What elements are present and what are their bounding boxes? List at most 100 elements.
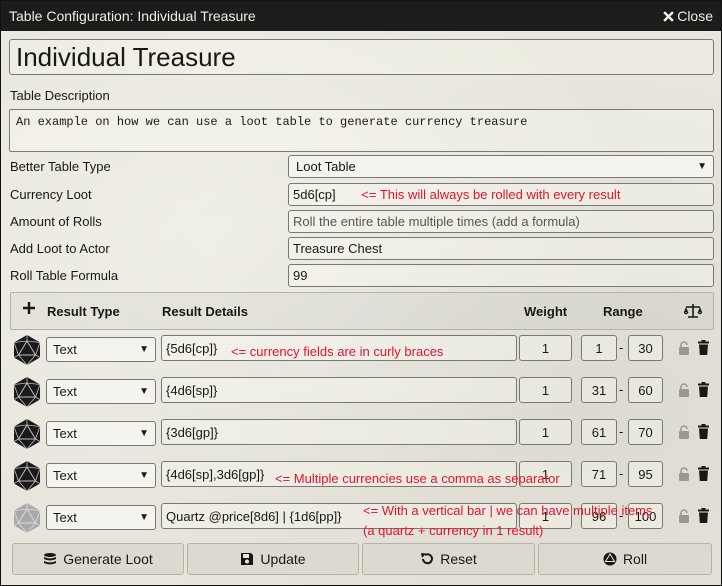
- chevron-down-icon: ▼: [697, 161, 707, 172]
- annotation-note: (a quartz + currency in 1 result): [363, 523, 544, 538]
- d20-icon[interactable]: [12, 460, 42, 492]
- weight-input[interactable]: 1: [519, 377, 572, 403]
- range-separator: -: [619, 340, 624, 355]
- coins-icon: [44, 553, 57, 565]
- roll-table-formula-input[interactable]: 99: [288, 264, 714, 287]
- save-icon: [241, 553, 254, 565]
- add-loot-to-actor-label: Add Loot to Actor: [10, 241, 110, 256]
- range-min-input[interactable]: 71: [581, 461, 617, 487]
- result-type-value: Text: [53, 426, 77, 441]
- currency-loot-value: 5d6[cp]: [293, 187, 336, 202]
- lock-open-icon[interactable]: [678, 509, 690, 523]
- currency-loot-label: Currency Loot: [10, 187, 92, 202]
- table-type-label: Better Table Type: [10, 159, 111, 174]
- table-config-window: Table Configuration: Individual Treasure…: [0, 0, 722, 586]
- currency-loot-input[interactable]: 5d6[cp] <= This will always be rolled wi…: [288, 183, 714, 206]
- col-weight: Weight: [524, 304, 568, 319]
- roll-label: Roll: [622, 551, 648, 567]
- amount-of-rolls-label: Amount of Rolls: [10, 214, 102, 229]
- update-button[interactable]: Update: [187, 543, 359, 575]
- close-label: Close: [677, 8, 713, 24]
- result-type-select[interactable]: Text ▼: [46, 463, 156, 488]
- trash-icon[interactable]: [698, 382, 709, 397]
- result-details-value: Quartz @price[8d6] | {1d6[pp]}: [166, 509, 342, 524]
- table-name-input[interactable]: Individual Treasure: [9, 39, 714, 75]
- lock-open-icon[interactable]: [678, 425, 690, 439]
- trash-icon[interactable]: [698, 508, 709, 523]
- result-type-value: Text: [53, 510, 77, 525]
- d20-icon[interactable]: [12, 502, 42, 534]
- window-title: Table Configuration: Individual Treasure: [9, 8, 256, 24]
- result-type-select[interactable]: Text ▼: [46, 379, 156, 404]
- description-label: Table Description: [10, 88, 110, 103]
- table-row: Text ▼ {3d6[gp]} 1 61-70: [10, 416, 714, 458]
- add-result-button[interactable]: [22, 301, 36, 318]
- reset-label: Reset: [440, 551, 477, 567]
- table-row: Text ▼ {4d6[sp]} 1 31-60: [10, 374, 714, 416]
- col-range: Range: [603, 304, 643, 319]
- range-separator: -: [619, 466, 624, 481]
- range-max-input[interactable]: 70: [628, 419, 663, 445]
- lock-open-icon[interactable]: [678, 467, 690, 481]
- trash-icon[interactable]: [698, 424, 709, 439]
- reset-button[interactable]: Reset: [362, 543, 535, 575]
- range-max-input[interactable]: 30: [628, 335, 663, 361]
- weight-input[interactable]: 1: [519, 419, 572, 445]
- d20-icon[interactable]: [12, 376, 42, 408]
- result-details-value: {3d6[gp]}: [166, 425, 219, 440]
- result-type-select[interactable]: Text ▼: [46, 505, 156, 530]
- result-details-value: {5d6[cp]}: [166, 341, 218, 356]
- chevron-down-icon: ▼: [139, 344, 149, 355]
- range-min-input[interactable]: 61: [581, 419, 617, 445]
- lock-open-icon[interactable]: [678, 341, 690, 355]
- table-type-select[interactable]: Loot Table ▼: [288, 155, 714, 178]
- col-result-details: Result Details: [162, 304, 248, 319]
- close-button[interactable]: Close: [663, 8, 713, 24]
- trash-icon[interactable]: [698, 340, 709, 355]
- description-textarea[interactable]: An example on how we can use a loot tabl…: [9, 109, 714, 152]
- weight-input[interactable]: 1: [519, 335, 572, 361]
- update-label: Update: [260, 551, 306, 567]
- results-header: Result Type Result Details Weight Range: [10, 292, 714, 330]
- chevron-down-icon: ▼: [139, 512, 149, 523]
- result-details-input[interactable]: {3d6[gp]}: [161, 419, 517, 445]
- range-min-input[interactable]: 31: [581, 377, 617, 403]
- result-details-value: {4d6[sp],3d6[gp]}: [166, 467, 265, 482]
- result-details-value: {4d6[sp]}: [166, 383, 218, 398]
- amount-of-rolls-placeholder: Roll the entire table multiple times (ad…: [293, 214, 580, 229]
- close-icon: [663, 10, 674, 22]
- range-separator: -: [619, 424, 624, 439]
- d20-icon: [603, 552, 617, 566]
- annotation-note: <= Multiple currencies use a comma as se…: [275, 471, 560, 486]
- d20-icon[interactable]: [12, 334, 42, 366]
- result-type-select[interactable]: Text ▼: [46, 421, 156, 446]
- annotation-note: <= With a vertical bar | we can have mul…: [363, 503, 653, 518]
- add-loot-to-actor-input[interactable]: Treasure Chest: [288, 237, 714, 260]
- generate-loot-label: Generate Loot: [63, 551, 153, 567]
- normalize-weights-button[interactable]: [683, 303, 703, 322]
- range-max-input[interactable]: 95: [628, 461, 663, 487]
- generate-loot-button[interactable]: Generate Loot: [12, 543, 184, 575]
- annotation-note: <= currency fields are in curly braces: [231, 344, 444, 359]
- trash-icon[interactable]: [698, 466, 709, 481]
- d20-icon[interactable]: [12, 418, 42, 450]
- result-type-value: Text: [53, 384, 77, 399]
- currency-loot-note: <= This will always be rolled with every…: [361, 187, 621, 202]
- roll-button[interactable]: Roll: [538, 543, 712, 575]
- chevron-down-icon: ▼: [139, 386, 149, 397]
- roll-table-formula-label: Roll Table Formula: [10, 268, 119, 283]
- range-separator: -: [619, 382, 624, 397]
- chevron-down-icon: ▼: [139, 470, 149, 481]
- window-titlebar[interactable]: Table Configuration: Individual Treasure…: [1, 1, 721, 31]
- result-type-value: Text: [53, 342, 77, 357]
- lock-open-icon[interactable]: [678, 383, 690, 397]
- result-type-select[interactable]: Text ▼: [46, 337, 156, 362]
- range-min-input[interactable]: 1: [581, 335, 617, 361]
- range-max-input[interactable]: 60: [628, 377, 663, 403]
- result-details-input[interactable]: {4d6[sp]}: [161, 377, 517, 403]
- chevron-down-icon: ▼: [139, 428, 149, 439]
- col-result-type: Result Type: [47, 304, 120, 319]
- balance-scale-icon: [683, 304, 703, 318]
- amount-of-rolls-input[interactable]: Roll the entire table multiple times (ad…: [288, 210, 714, 233]
- table-type-value: Loot Table: [296, 159, 356, 174]
